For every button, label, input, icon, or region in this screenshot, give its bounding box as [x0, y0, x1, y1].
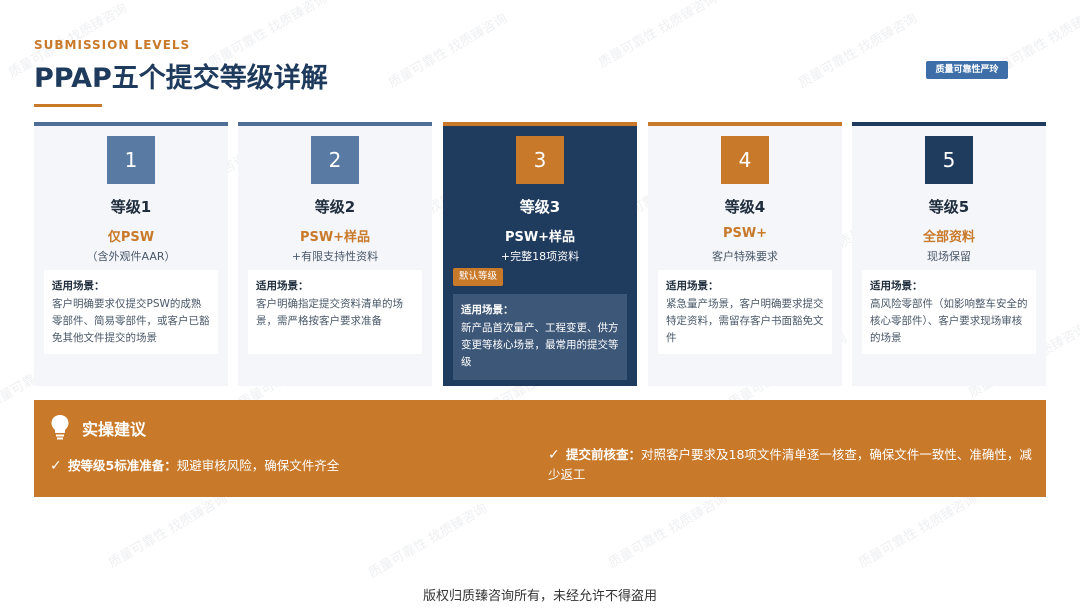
- level-note: （含外观件AAR）: [86, 250, 176, 263]
- scene-title: 适用场景：: [870, 280, 923, 292]
- page-title: PPAP五个提交等级详解: [34, 63, 328, 94]
- scene-title: 适用场景：: [52, 280, 105, 292]
- scene-text: 客户明确要求仅提交PSW的成熟零部件、简易零部件，或客户已豁免其他文件提交的场景: [52, 298, 210, 344]
- level-card-2: 2 等级2 PSW+样品 +有限支持性资料 适用场景： 客户明确指定提交资料清单…: [238, 122, 432, 386]
- advice-title: 实操建议: [82, 420, 147, 439]
- level-number: 3: [516, 136, 564, 184]
- check-icon: ✓: [50, 458, 62, 474]
- level-card-5: 5 等级5 全部资料 现场保留 适用场景： 高风险零部件（如影响整车安全的核心零…: [852, 122, 1046, 386]
- scene-box: 适用场景： 客户明确指定提交资料清单的场景，需严格按客户要求准备: [248, 270, 422, 354]
- level-cards: 1 等级1 仅PSW （含外观件AAR） 适用场景： 客户明确要求仅提交PSW的…: [34, 122, 1046, 386]
- scene-text: 紧急量产场景，客户明确要求提交特定资料，需留存客户书面豁免文件: [666, 298, 824, 344]
- default-level-badge: 默认等级: [453, 268, 504, 286]
- scene-box: 适用场景： 紧急量产场景，客户明确要求提交特定资料，需留存客户书面豁免文件: [658, 270, 832, 354]
- level-requirement: 仅PSW: [107, 230, 155, 245]
- level-number: 4: [721, 136, 769, 184]
- check-icon: ✓: [548, 447, 560, 463]
- level-requirement: PSW+样品: [299, 230, 371, 245]
- scene-box: 适用场景： 高风险零部件（如影响整车安全的核心零部件）、客户要求现场审核的场景: [862, 270, 1036, 354]
- scene-box: 适用场景： 新产品首次量产、工程变更、供方变更等核心场景，最常用的提交等级: [453, 294, 627, 380]
- level-name: 等级1: [110, 198, 152, 216]
- scene-title: 适用场景：: [461, 304, 514, 316]
- level-card-3: 3 等级3 PSW+样品 +完整18项资料 默认等级 适用场景： 新产品首次量产…: [443, 122, 637, 386]
- scene-text: 客户明确指定提交资料清单的场景，需严格按客户要求准备: [256, 298, 403, 327]
- level-note: +有限支持性资料: [291, 250, 379, 263]
- title-underline: [34, 104, 102, 107]
- copyright-footer: 版权归质臻咨询所有，未经允许不得盗用: [422, 589, 657, 604]
- level-note: 客户特殊要求: [712, 250, 778, 263]
- advice-tip: ✓ 按等级5标准准备：规避审核风险，确保文件齐全: [50, 456, 510, 476]
- level-number: 2: [311, 136, 359, 184]
- advice-panel: 实操建议 ✓ 按等级5标准准备：规避审核风险，确保文件齐全 ✓ 提交前核查：对照客户…: [34, 400, 1046, 497]
- level-name: 等级4: [724, 198, 766, 216]
- level-requirement: PSW+: [722, 226, 768, 241]
- level-note: +完整18项资料: [500, 250, 580, 263]
- level-card-1: 1 等级1 仅PSW （含外观件AAR） 适用场景： 客户明确要求仅提交PSW的…: [34, 122, 228, 386]
- level-name: 等级5: [928, 198, 970, 216]
- watermark-text: 质量可靠性 找质臻咨询: [606, 491, 730, 572]
- advice-tip: ✓ 提交前核查：对照客户要求及18项文件清单逐一核查，确保文件一致性、准确性，减少…: [548, 445, 1038, 485]
- tip-text: 规避审核风险，确保文件齐全: [176, 458, 340, 473]
- brand-badge: 质量可靠性严玲: [926, 61, 1008, 79]
- tip-heading: 提交前核查：: [566, 447, 642, 462]
- scene-text: 新产品首次量产、工程变更、供方变更等核心场景，最常用的提交等级: [461, 322, 619, 368]
- watermark-text: 质量可靠性 找质臻咨询: [796, 11, 920, 92]
- level-requirement: PSW+样品: [504, 230, 576, 245]
- scene-box: 适用场景： 客户明确要求仅提交PSW的成熟零部件、简易零部件，或客户已豁免其他文…: [44, 270, 218, 354]
- level-number: 5: [925, 136, 973, 184]
- scene-title: 适用场景：: [256, 280, 309, 292]
- watermark-text: 质量可靠性 找质臻咨询: [596, 0, 720, 72]
- level-note: 现场保留: [927, 250, 971, 263]
- lightbulb-icon: [51, 415, 69, 440]
- level-name: 等级2: [314, 198, 356, 216]
- watermark-text: 质量可靠性 找质臻咨询: [386, 11, 510, 92]
- section-eyebrow: SUBMISSION LEVELS: [34, 38, 191, 52]
- level-card-4: 4 等级4 PSW+ 客户特殊要求 适用场景： 紧急量产场景，客户明确要求提交特…: [648, 122, 842, 386]
- level-name: 等级3: [519, 198, 561, 216]
- level-requirement: 全部资料: [922, 230, 975, 245]
- scene-text: 高风险零部件（如影响整车安全的核心零部件）、客户要求现场审核的场景: [870, 298, 1028, 344]
- watermark-text: 质量可靠性 找质臻咨询: [366, 501, 490, 582]
- scene-title: 适用场景：: [666, 280, 719, 292]
- tip-heading: 按等级5标准准备：: [68, 458, 177, 473]
- watermark-text: 质量可靠性 找质臻咨询: [856, 491, 980, 572]
- watermark-text: 质量可靠性 找质臻咨询: [106, 491, 230, 572]
- level-number: 1: [107, 136, 155, 184]
